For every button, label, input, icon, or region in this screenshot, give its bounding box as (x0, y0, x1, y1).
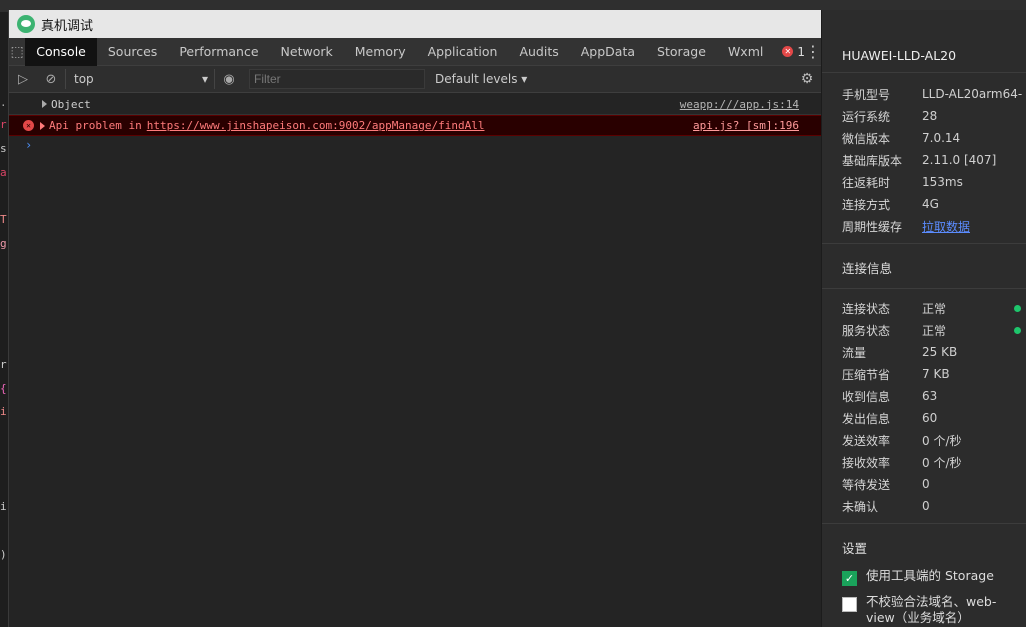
pull-data-link[interactable]: 拉取数据 (922, 218, 970, 235)
log-source-link[interactable]: weapp:///app.js:14 (680, 98, 799, 111)
info-row: 微信版本 7.0.14 (842, 131, 961, 146)
conn-row: 发出信息 60 (842, 411, 938, 426)
use-storage-option[interactable]: ✓ 使用工具端的 Storage (822, 568, 1026, 586)
info-row: 连接方式 4G (842, 197, 939, 212)
skip-domain-checkbox[interactable] (842, 597, 857, 612)
status-ok-icon (1014, 305, 1021, 312)
dropdown-arrow-icon: ▾ (201, 72, 208, 86)
tab-memory[interactable]: Memory (344, 38, 417, 66)
eye-icon[interactable]: ◉ (215, 66, 243, 93)
device-info-section: 手机型号LLD-AL20arm64-... 运行系统28 微信版本7.0.14 … (822, 72, 1026, 243)
error-icon: ✕ (782, 46, 794, 57)
conn-row: 服务状态 正常 (822, 319, 1026, 341)
connection-title: 连接信息 (842, 261, 893, 276)
console-row-log: Object weapp:///app.js:14 (9, 94, 821, 115)
console-row-error: ✕ Api problem in https://www.jinshapeiso… (9, 115, 821, 136)
more-options-icon[interactable]: ⋮ (805, 42, 821, 61)
tab-application[interactable]: Application (417, 38, 509, 66)
devtools: ⬚ Console Sources Performance Network Me… (9, 37, 821, 627)
expand-arrow-icon[interactable] (42, 100, 47, 108)
remote-debug-window: 真机调试 ▁ ▢ ✕ ⬚ Console Sources Performance… (8, 10, 1026, 627)
error-message: Api problem in (49, 119, 142, 132)
console-output: Object weapp:///app.js:14 ✕ Api problem … (9, 94, 821, 627)
conn-row: 接收效率 0 个/秒 (842, 455, 962, 470)
status-ok-icon (1014, 327, 1021, 334)
error-count: 1 (797, 44, 805, 59)
filter-input[interactable] (249, 69, 425, 89)
context-select[interactable]: top ▾ (65, 69, 215, 89)
tab-appdata[interactable]: AppData (570, 38, 646, 66)
sidebar-toggle-icon[interactable]: ▷ (9, 66, 37, 93)
use-storage-label: 使用工具端的 Storage (866, 568, 994, 583)
conn-row: 收到信息 63 (842, 389, 938, 404)
info-row: 周期性缓存 拉取数据 (842, 218, 971, 235)
info-row: 运行系统 28 (842, 109, 938, 124)
devtools-tabbar: ⬚ Console Sources Performance Network Me… (9, 37, 821, 66)
tab-wxml[interactable]: Wxml (717, 38, 774, 66)
connection-items: 连接状态 正常 服务状态 正常 流量 25 KB 压缩节省 7 KB 收到信息 63 发出… (822, 288, 1026, 523)
tab-console[interactable]: Console (25, 37, 97, 66)
conn-row: 未确认 0 (842, 499, 930, 514)
tab-network[interactable]: Network (270, 38, 344, 66)
skip-domain-option[interactable]: 不校验合法域名、web-view（业务域名） (822, 594, 1026, 626)
error-icon: ✕ (23, 120, 34, 131)
connection-section: 连接信息 (822, 243, 1026, 288)
log-levels-select[interactable]: Default levels ▾ (435, 72, 527, 86)
expand-arrow-icon[interactable] (40, 121, 45, 130)
info-row: 往返耗时 153ms (842, 175, 963, 190)
skip-domain-label: 不校验合法域名、web-view（业务域名） (866, 594, 997, 625)
context-value: top (74, 72, 94, 86)
conn-row: 流量 25 KB (842, 345, 958, 360)
settings-section: 设置 ✓ 使用工具端的 Storage 不校验合法域名、web-view（业务域… (822, 523, 1026, 626)
window-title: 真机调试 (41, 18, 94, 34)
error-counter[interactable]: ✕ 1 (782, 45, 805, 59)
device-name: HUAWEI-LLD-AL20 (842, 48, 957, 63)
device-info-panel: HUAWEI-LLD-AL20 手机型号LLD-AL20arm64-... 运行… (821, 10, 1026, 627)
tab-sources[interactable]: Sources (97, 38, 168, 66)
inspect-element-icon[interactable]: ⬚ (9, 38, 25, 66)
gear-icon[interactable]: ⚙ (793, 71, 821, 87)
settings-title: 设置 (842, 541, 868, 556)
conn-row: 发送效率 0 个/秒 (842, 433, 962, 448)
use-storage-checkbox[interactable]: ✓ (842, 571, 857, 586)
error-source-link[interactable]: api.js? [sm]:196 (693, 119, 799, 132)
tab-performance[interactable]: Performance (168, 38, 269, 66)
clear-console-icon[interactable]: ⊘ (37, 66, 65, 93)
tab-audits[interactable]: Audits (508, 38, 569, 66)
tab-storage[interactable]: Storage (646, 38, 717, 66)
levels-label: Default levels (435, 72, 518, 86)
error-url-link[interactable]: https://www.jinshapeison.com:9002/appMan… (147, 119, 485, 132)
conn-row: 等待发送 0 (842, 477, 930, 492)
console-prompt[interactable]: › (9, 136, 821, 154)
conn-row: 压缩节省 7 KB (842, 367, 950, 382)
info-row: 手机型号LLD-AL20arm64-... (842, 87, 1022, 102)
conn-row: 连接状态 正常 (822, 297, 1026, 319)
wechat-icon (17, 15, 35, 33)
info-row: 基础库版本 2.11.0 [407] (842, 153, 997, 168)
console-toolbar: ▷ ⊘ top ▾ ◉ Default levels ▾ ⚙ (9, 66, 821, 93)
log-message[interactable]: Object (51, 98, 91, 111)
levels-arrow-icon: ▾ (521, 72, 528, 86)
